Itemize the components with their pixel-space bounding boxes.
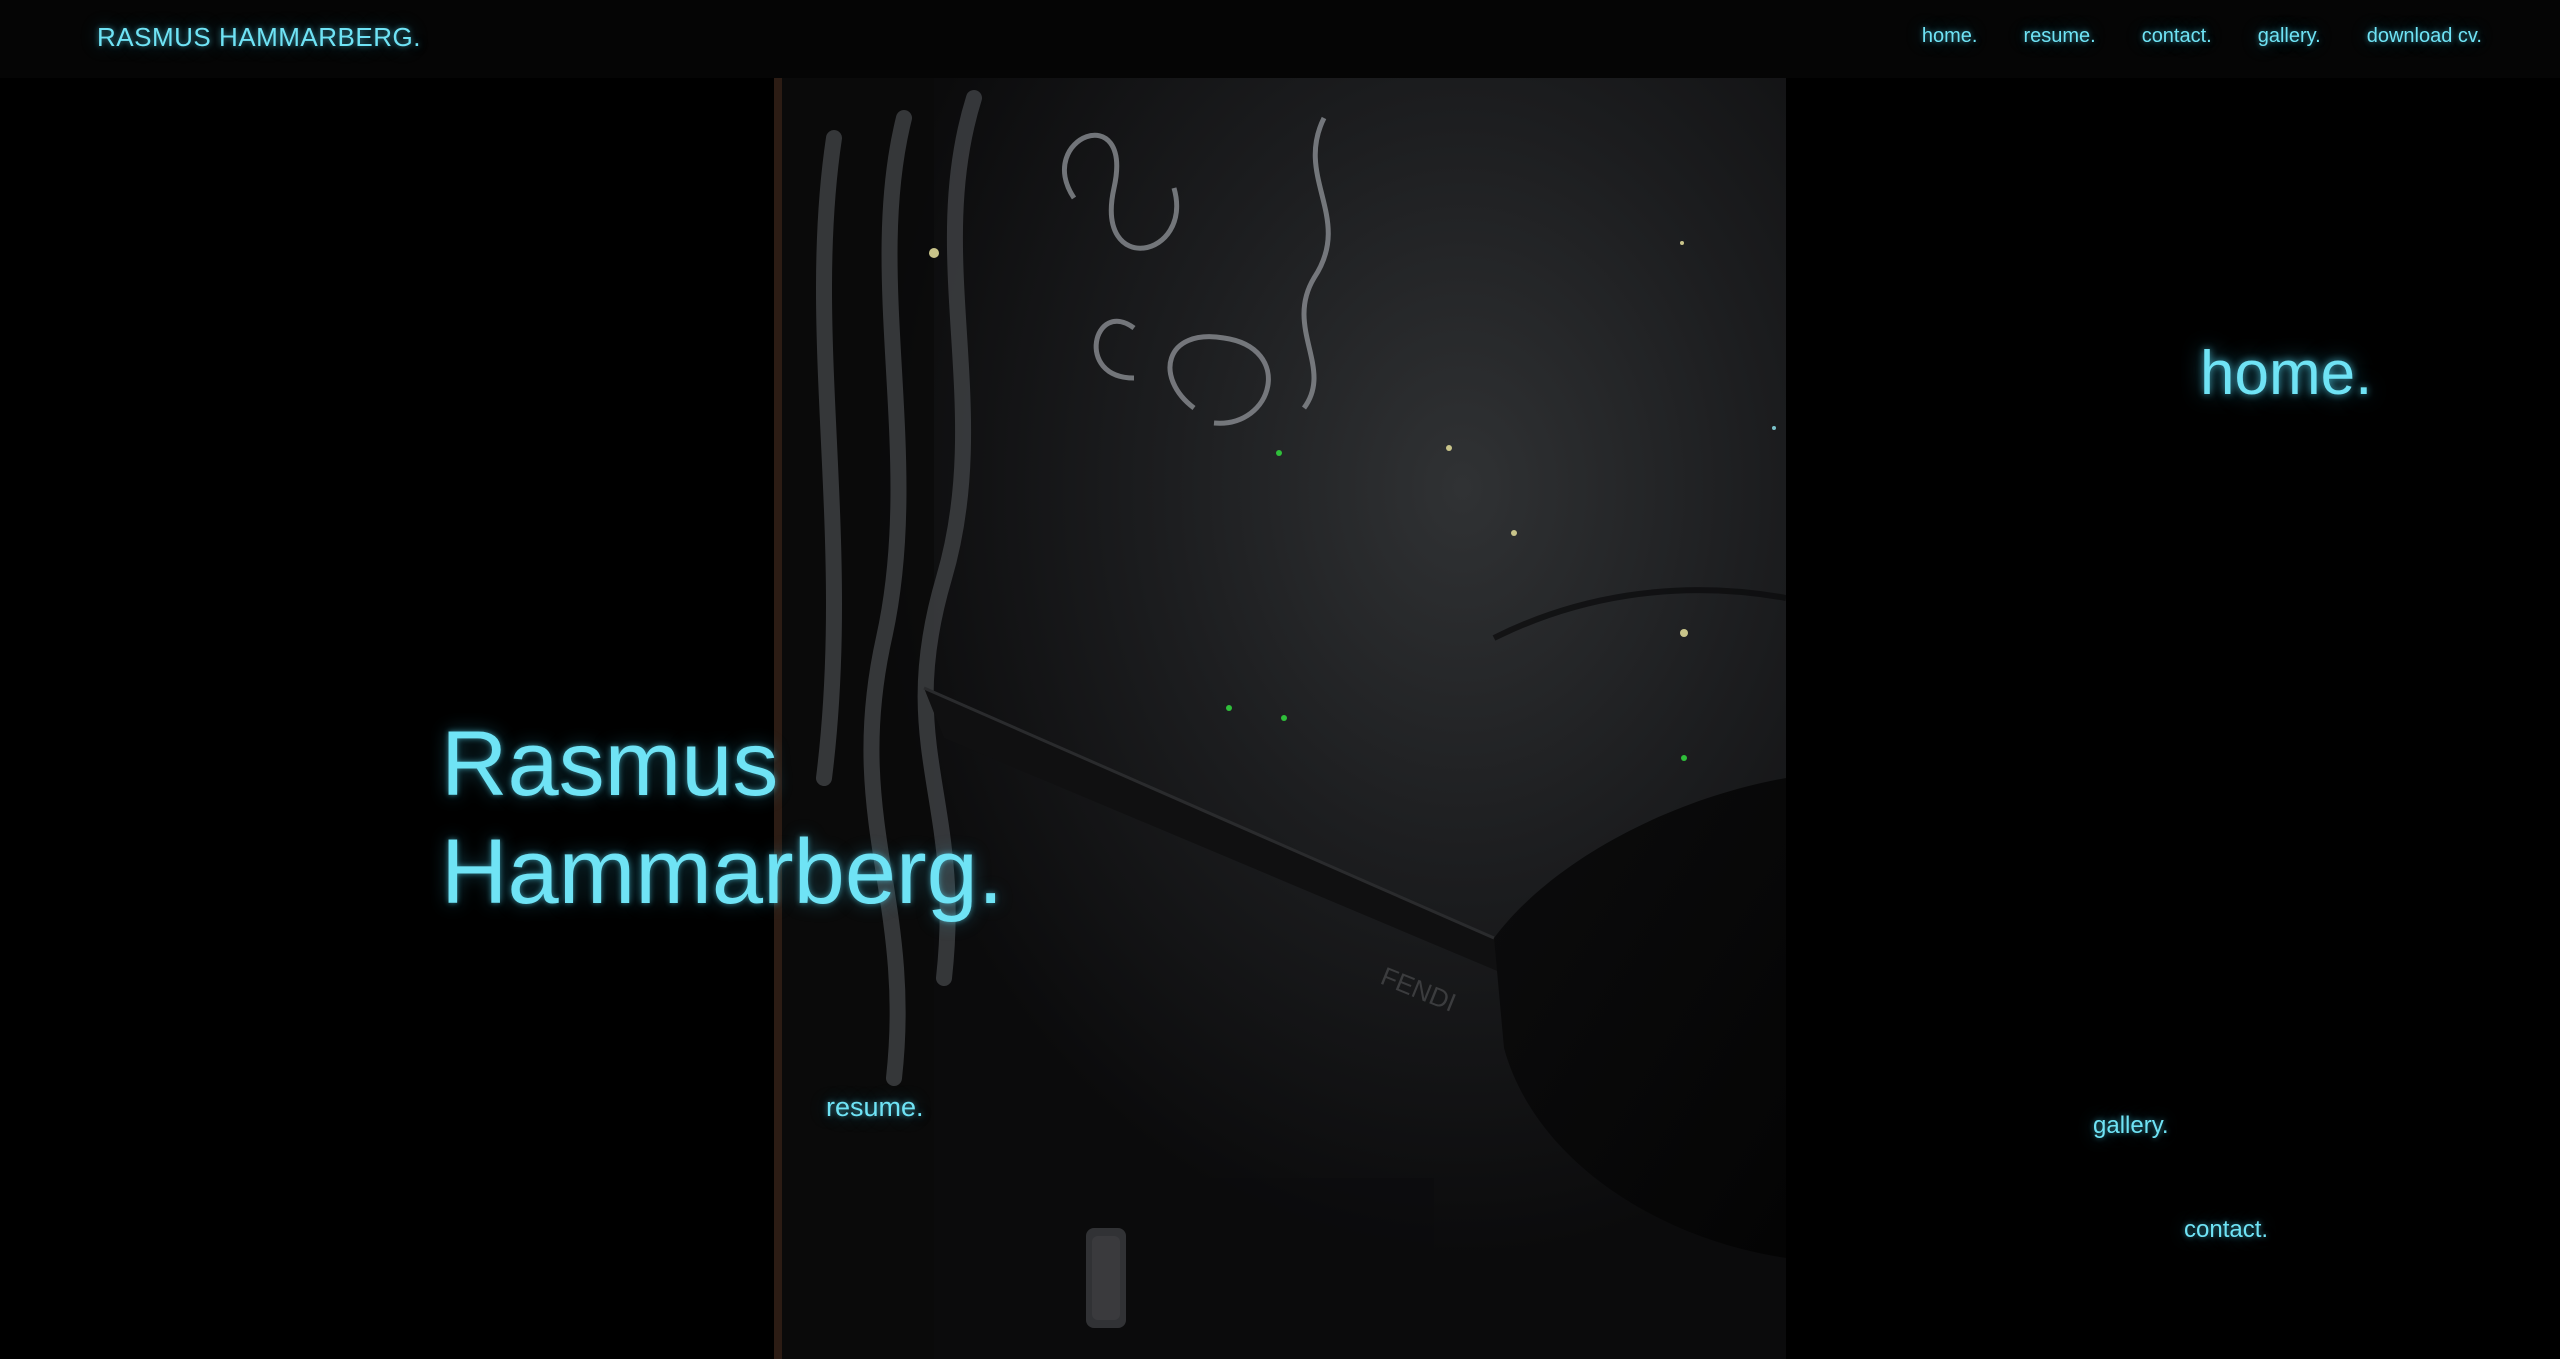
nav-home[interactable]: home.: [1922, 25, 1978, 48]
nav-resume[interactable]: resume.: [2023, 25, 2095, 48]
nav-contact[interactable]: contact.: [2142, 25, 2212, 48]
floating-resume-link[interactable]: resume.: [826, 1092, 924, 1123]
top-nav: home. resume. contact. gallery. download…: [1922, 25, 2482, 48]
nav-download-cv[interactable]: download cv.: [2367, 25, 2482, 48]
hero-title: Rasmus Hammarberg.: [441, 710, 1003, 926]
page: RASMUS HAMMARBERG. home. resume. contact…: [0, 0, 2560, 1359]
floating-home-link[interactable]: home.: [2200, 338, 2372, 409]
site-header: RASMUS HAMMARBERG. home. resume. contact…: [0, 0, 2560, 78]
hero-title-line-2: Hammarberg.: [441, 821, 1004, 923]
nav-gallery[interactable]: gallery.: [2258, 25, 2321, 48]
hero-title-line-1: Rasmus: [441, 713, 779, 815]
brand-logo-link[interactable]: RASMUS HAMMARBERG.: [97, 22, 421, 53]
floating-contact-link[interactable]: contact.: [2184, 1216, 2268, 1244]
floating-gallery-link[interactable]: gallery.: [2093, 1112, 2169, 1140]
